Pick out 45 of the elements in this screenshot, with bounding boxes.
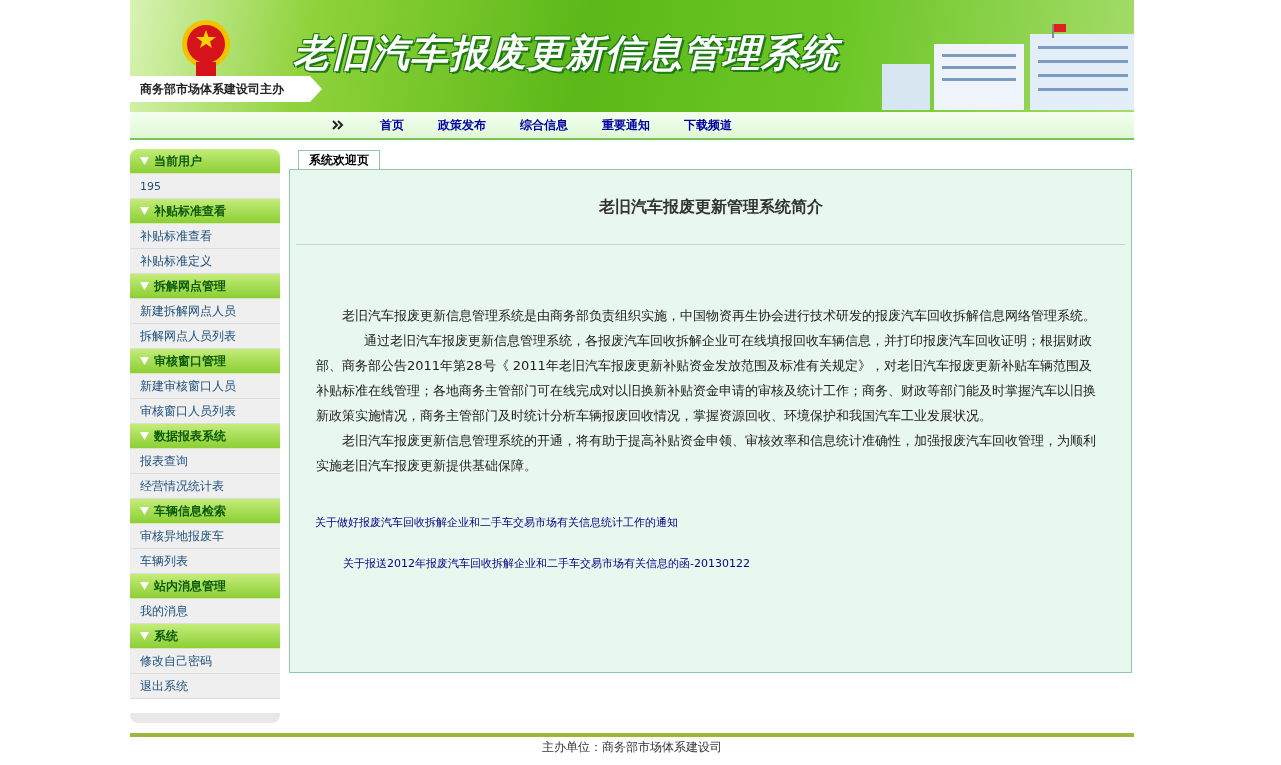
paragraph: 老旧汽车报废更新信息管理系统的开通，将有助于提高补贴资金申领、审核效率和信息统计准确性，加强报废汽车回收管理，为顺利实施老旧汽车报废更新提供基础保障。 (316, 432, 1097, 475)
menu-item[interactable]: 新建拆解网点人员 (130, 299, 280, 324)
menu-item[interactable]: 退出系统 (130, 674, 280, 699)
nav-link[interactable]: 综合信息 (520, 116, 568, 134)
menu-item[interactable]: 审核异地报废车 (130, 524, 280, 549)
section-title: 系统 (154, 627, 178, 645)
menu-item[interactable]: 补贴标准查看 (130, 224, 280, 249)
nav-link[interactable]: 首页 (380, 116, 404, 134)
menu-item[interactable]: 报表查询 (130, 449, 280, 474)
menu-item[interactable]: 新建审核窗口人员 (130, 374, 280, 399)
menu-item[interactable]: 我的消息 (130, 599, 280, 624)
section-title: 数据报表系统 (154, 427, 226, 445)
triangle-down-icon (140, 282, 149, 290)
menu-item[interactable]: 经营情况统计表 (130, 474, 280, 499)
nav-link[interactable]: 重要通知 (602, 116, 650, 134)
nav-link[interactable]: 政策发布 (438, 116, 486, 134)
section-title: 审核窗口管理 (154, 352, 226, 370)
section-title: 站内消息管理 (154, 577, 226, 595)
notice-link[interactable]: 关于做好报废汽车回收拆解企业和二手车交易市场有关信息统计工作的通知 (315, 515, 678, 530)
menu-item[interactable]: 修改自己密码 (130, 649, 280, 674)
section-title: 车辆信息检索 (154, 502, 226, 520)
paragraph: 老旧汽车报废更新信息管理系统是由商务部负责组织实施，中国物资再生协会进行技术研发的报废汽车回收拆解信息网络管理系统。 (341, 307, 1097, 325)
triangle-down-icon (140, 157, 149, 165)
tab[interactable]: 系统欢迎页 (298, 150, 380, 170)
triangle-down-icon (140, 207, 149, 215)
paragraph: 通过老旧汽车报废更新信息管理系统，各报废汽车回收拆解企业可在线填报回收车辆信息，并打印报废汽车回收证明；根据财政部、商务部公告2011年第28号《 2011年老旧汽车报废更新补贴资金发放范围及标准有关规定》，对老旧汽车报废更新补贴车辆范围及补贴标准在线管理；各地商务主管部门可在线完成对以旧换新补贴资金申请的审核及统计工作；商务、财政等部门能及时掌握汽车以旧换新政策实施情况，商务主管部门及时统计分析车辆报废回收情况，掌握资源回收、环境保护和我国汽车工业发展状况。 (316, 332, 1097, 425)
section-title: 补贴标准查看 (154, 202, 226, 220)
user-id: 195 (130, 174, 280, 199)
triangle-down-icon (140, 357, 149, 365)
menu-item[interactable]: 补贴标准定义 (130, 249, 280, 274)
triangle-down-icon (140, 582, 149, 590)
triangle-down-icon (140, 507, 149, 515)
article-title: 老旧汽车报废更新管理系统简介 (296, 170, 1125, 245)
national-emblem-icon (180, 18, 232, 78)
section-title: 拆解网点管理 (154, 277, 226, 295)
menu-item[interactable]: 拆解网点人员列表 (130, 324, 280, 349)
triangle-down-icon (140, 432, 149, 440)
menu-item[interactable]: 车辆列表 (130, 549, 280, 574)
notice-link[interactable]: 关于报送2012年报废汽车回收拆解企业和二手车交易市场有关信息的函-20130122 (343, 556, 750, 571)
menu-item[interactable]: 审核窗口人员列表 (130, 399, 280, 424)
section-title: 当前用户 (154, 152, 202, 170)
triangle-down-icon (140, 632, 149, 640)
footer-text: 主办单位：商务部市场体系建设司 (542, 740, 722, 754)
double-chevron-icon (332, 120, 344, 130)
nav-link[interactable]: 下载频道 (684, 116, 732, 134)
